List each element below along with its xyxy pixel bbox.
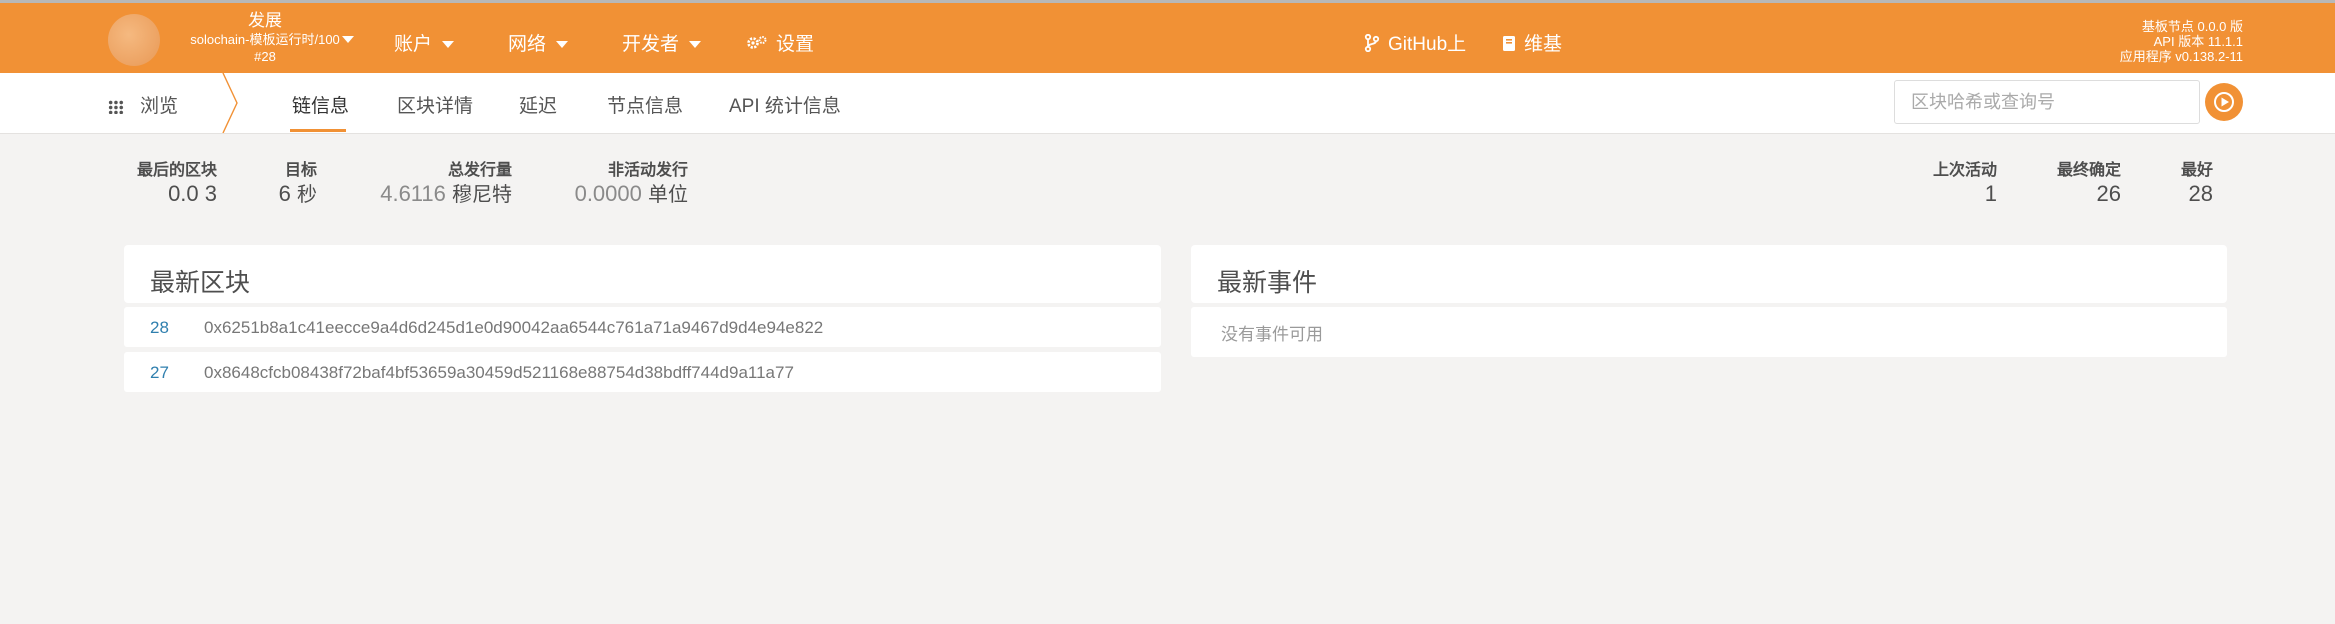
stat-target-label: 目标: [284, 162, 317, 179]
app-version: 应用程序 v0.138.2-11: [2119, 49, 2243, 64]
menu-settings[interactable]: 设置: [746, 29, 814, 56]
grid-icon: [108, 99, 124, 114]
stat-target: 目标 6 秒: [279, 161, 317, 208]
stat-total-issuance-unit: 穆尼特: [452, 184, 512, 206]
gears-icon: [747, 36, 767, 49]
chain-network-label: 发展: [248, 11, 282, 30]
stat-target-unit: 秒: [297, 184, 317, 206]
block-row[interactable]: 28 0x6251b8a1c41eecce9a4d6d245d1e0d90042…: [124, 307, 1161, 347]
stat-last-block-value: 0.0 3: [168, 181, 217, 206]
top-navigation-bar: 发展 solochain-模板运行时/100 #28 账户 网络 开发者 设置 …: [0, 3, 2335, 73]
stat-inactive-issuance-value: 0.0000: [574, 181, 642, 206]
stat-last-block-label: 最后的区块: [136, 162, 217, 179]
search-submit-button[interactable]: [2205, 83, 2243, 121]
menu-accounts[interactable]: 账户: [394, 29, 455, 56]
recent-events-title: 最新事件: [1217, 269, 1318, 297]
tab-api-stats[interactable]: API 统计信息: [729, 91, 841, 118]
tab-node-info[interactable]: 节点信息: [607, 91, 683, 118]
stat-target-value: 6: [278, 181, 291, 206]
stat-inactive-issuance: 非活动发行 0.0000 单位: [575, 161, 688, 208]
chain-block-label: #28: [254, 49, 276, 64]
menu-network-label: 网络: [508, 34, 547, 55]
stat-last-block: 最后的区块 0.0 3: [137, 161, 217, 207]
tab-chain-info[interactable]: 链信息: [292, 91, 349, 118]
stat-total-issuance-value-wrap: 4.6116 穆尼特: [380, 181, 512, 208]
stat-best-value: 28: [2188, 181, 2213, 206]
stat-inactive-issuance-label: 非活动发行: [607, 162, 688, 179]
breadcrumb-separator-icon: [222, 73, 238, 133]
chain-selector[interactable]: 发展 solochain-模板运行时/100 #28: [170, 11, 360, 65]
stat-finalized-label: 最终确定: [2056, 162, 2121, 179]
events-empty-text: 没有事件可用: [1221, 325, 1323, 344]
recent-events-header: 最新事件: [1191, 245, 2227, 303]
events-empty-row: 没有事件可用: [1191, 307, 2227, 357]
tab-block-details[interactable]: 区块详情: [397, 91, 473, 118]
recent-blocks-header: 最新区块: [124, 245, 1161, 303]
chevron-down-icon: [689, 41, 702, 49]
stat-inactive-issuance-unit: 单位: [648, 184, 688, 206]
chain-logo-icon[interactable]: [108, 14, 160, 66]
play-icon: [2214, 92, 2234, 112]
sub-navigation-bar: 浏览 链信息 区块详情 延迟 节点信息 API 统计信息: [0, 73, 2335, 134]
stat-total-issuance-label: 总发行量: [447, 162, 512, 179]
stat-total-issuance-value: 4.6116: [380, 181, 446, 206]
node-version: 基板节点 0.0.0 版: [2141, 19, 2243, 34]
wiki-link[interactable]: 维基: [1502, 29, 1562, 56]
stat-best-label: 最好: [2180, 162, 2213, 179]
block-row[interactable]: 27 0x8648cfcb08438f72baf4bf53659a30459d5…: [124, 352, 1161, 392]
block-number-link[interactable]: 27: [150, 363, 169, 383]
stat-last-active-value: 1: [1984, 181, 1997, 206]
block-number-link[interactable]: 28: [150, 318, 169, 338]
block-search-input[interactable]: [1894, 80, 2200, 124]
github-link[interactable]: GitHub上: [1364, 29, 1466, 56]
tab-latency[interactable]: 延迟: [519, 91, 557, 118]
menu-accounts-label: 账户: [394, 34, 433, 55]
menu-network[interactable]: 网络: [508, 29, 569, 56]
block-hash: 0x6251b8a1c41eecce9a4d6d245d1e0d90042aa6…: [204, 318, 824, 337]
code-branch-icon: [1364, 33, 1380, 53]
menu-developer[interactable]: 开发者: [622, 29, 702, 56]
chevron-down-icon: [442, 41, 455, 49]
api-version: API 版本 11.1.1: [2153, 34, 2243, 49]
stat-last-active: 上次活动 1: [1933, 161, 1997, 207]
chevron-down-icon: [556, 41, 569, 49]
recent-blocks-title: 最新区块: [150, 269, 251, 297]
menu-developer-label: 开发者: [622, 34, 680, 55]
block-hash: 0x8648cfcb08438f72baf4bf53659a30459d5211…: [204, 363, 794, 382]
github-link-label: GitHub上: [1388, 34, 1467, 55]
active-tab-indicator: [290, 129, 346, 132]
wiki-link-label: 维基: [1524, 34, 1563, 55]
stat-finalized-value: 26: [2096, 181, 2121, 206]
stat-last-active-label: 上次活动: [1932, 162, 1997, 179]
browse-label: 浏览: [140, 96, 179, 117]
stat-total-issuance: 总发行量 4.6116 穆尼特: [380, 161, 512, 208]
stat-target-value-wrap: 6 秒: [279, 181, 317, 208]
stat-inactive-issuance-value-wrap: 0.0000 单位: [575, 181, 688, 208]
stat-best: 最好 28: [2181, 161, 2213, 207]
chain-selector-caret-icon[interactable]: [342, 36, 354, 43]
chain-runtime-label: solochain-模板运行时/100: [190, 32, 340, 47]
book-icon: [1503, 36, 1515, 51]
stat-finalized: 最终确定 26: [2057, 161, 2121, 207]
version-info: 基板节点 0.0.0 版 API 版本 11.1.1 应用程序 v0.138.2…: [2120, 19, 2243, 64]
browse-button[interactable]: 浏览: [108, 91, 178, 118]
menu-settings-label: 设置: [776, 34, 815, 55]
